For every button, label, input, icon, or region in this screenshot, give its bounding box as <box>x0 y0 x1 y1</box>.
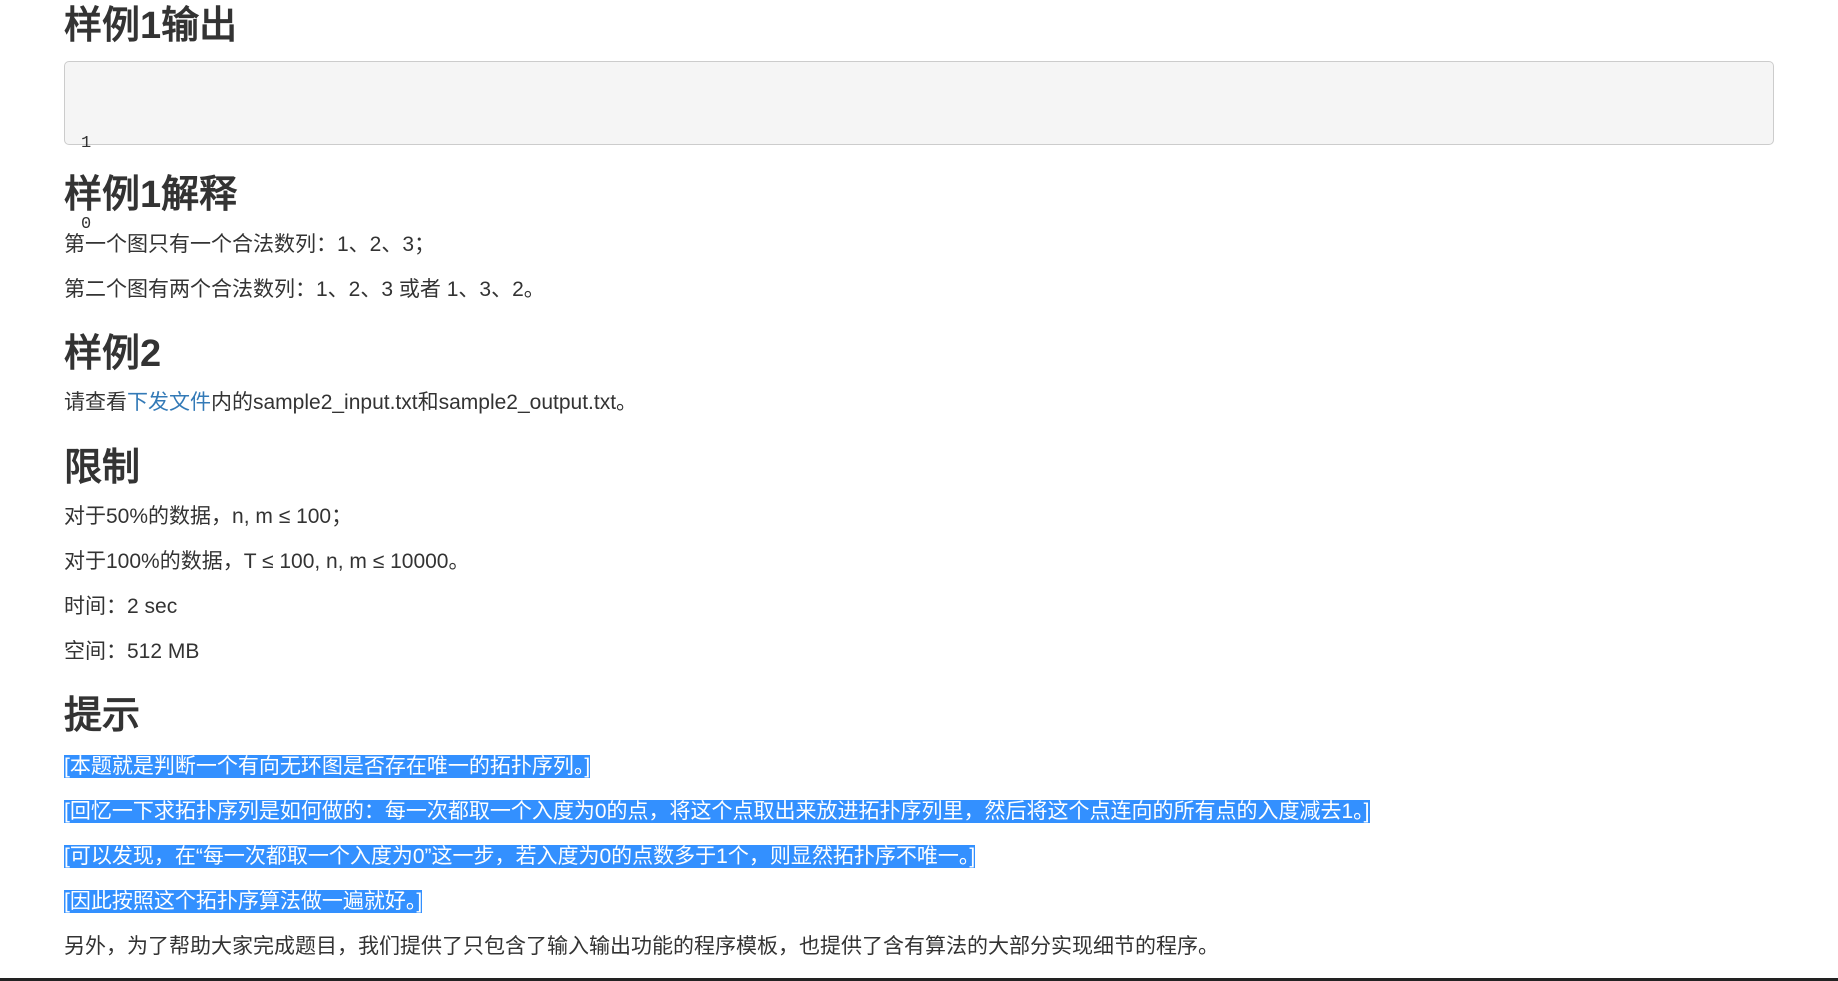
explain-paragraph-1: 第一个图只有一个合法数列：1、2、3； <box>64 233 436 256</box>
memory-limit: 空间：512 MB <box>64 640 200 663</box>
sample1-output-heading: 样例1输出 <box>64 5 238 47</box>
limits-heading: 限制 <box>64 447 141 489</box>
hint-line-2: [回忆一下求拓扑序列是如何做的：每一次都取一个入度为0的点，将这个点取出来放进拓… <box>64 797 1370 827</box>
limit-paragraph-1: 对于50%的数据，n, m ≤ 100； <box>64 505 353 528</box>
hint-hidden-text: [可以发现，在“每一次都取一个入度为0”这一步，若入度为0的点数多于1个，则显然… <box>64 845 976 868</box>
hint-heading: 提示 <box>64 695 141 737</box>
sample1-output-code-block: 1 0 <box>64 61 1774 234</box>
hint-line-1: [本题就是判断一个有向无环图是否存在唯一的拓扑序列。] <box>64 752 591 782</box>
sample1-explain-heading: 样例1解释 <box>64 174 238 216</box>
sample2-heading: 样例2 <box>64 333 162 375</box>
sample2-prefix: 请查看 <box>64 391 127 414</box>
download-files-link[interactable]: 下发文件 <box>127 391 211 414</box>
hint-line-4: [因此按照这个拓扑序算法做一遍就好。] <box>64 887 423 917</box>
code-line: 1 <box>81 134 92 153</box>
sample2-suffix: 内的sample2_input.txt和sample2_output.txt。 <box>211 391 638 414</box>
time-limit: 时间：2 sec <box>64 595 178 618</box>
sample2-paragraph: 请查看下发文件内的sample2_input.txt和sample2_outpu… <box>64 388 637 418</box>
hint-footer-paragraph: 另外，为了帮助大家完成题目，我们提供了只包含了输入输出功能的程序模板，也提供了含… <box>64 935 1219 958</box>
hint-hidden-text: [回忆一下求拓扑序列是如何做的：每一次都取一个入度为0的点，将这个点取出来放进拓… <box>64 800 1370 823</box>
limit-paragraph-2: 对于100%的数据，T ≤ 100, n, m ≤ 10000。 <box>64 550 470 573</box>
hint-hidden-text: [因此按照这个拓扑序算法做一遍就好。] <box>64 890 423 913</box>
hint-hidden-text: [本题就是判断一个有向无环图是否存在唯一的拓扑序列。] <box>64 755 591 778</box>
hint-line-3: [可以发现，在“每一次都取一个入度为0”这一步，若入度为0的点数多于1个，则显然… <box>64 842 976 872</box>
explain-paragraph-2: 第二个图有两个合法数列：1、2、3 或者 1、3、2。 <box>64 278 545 301</box>
